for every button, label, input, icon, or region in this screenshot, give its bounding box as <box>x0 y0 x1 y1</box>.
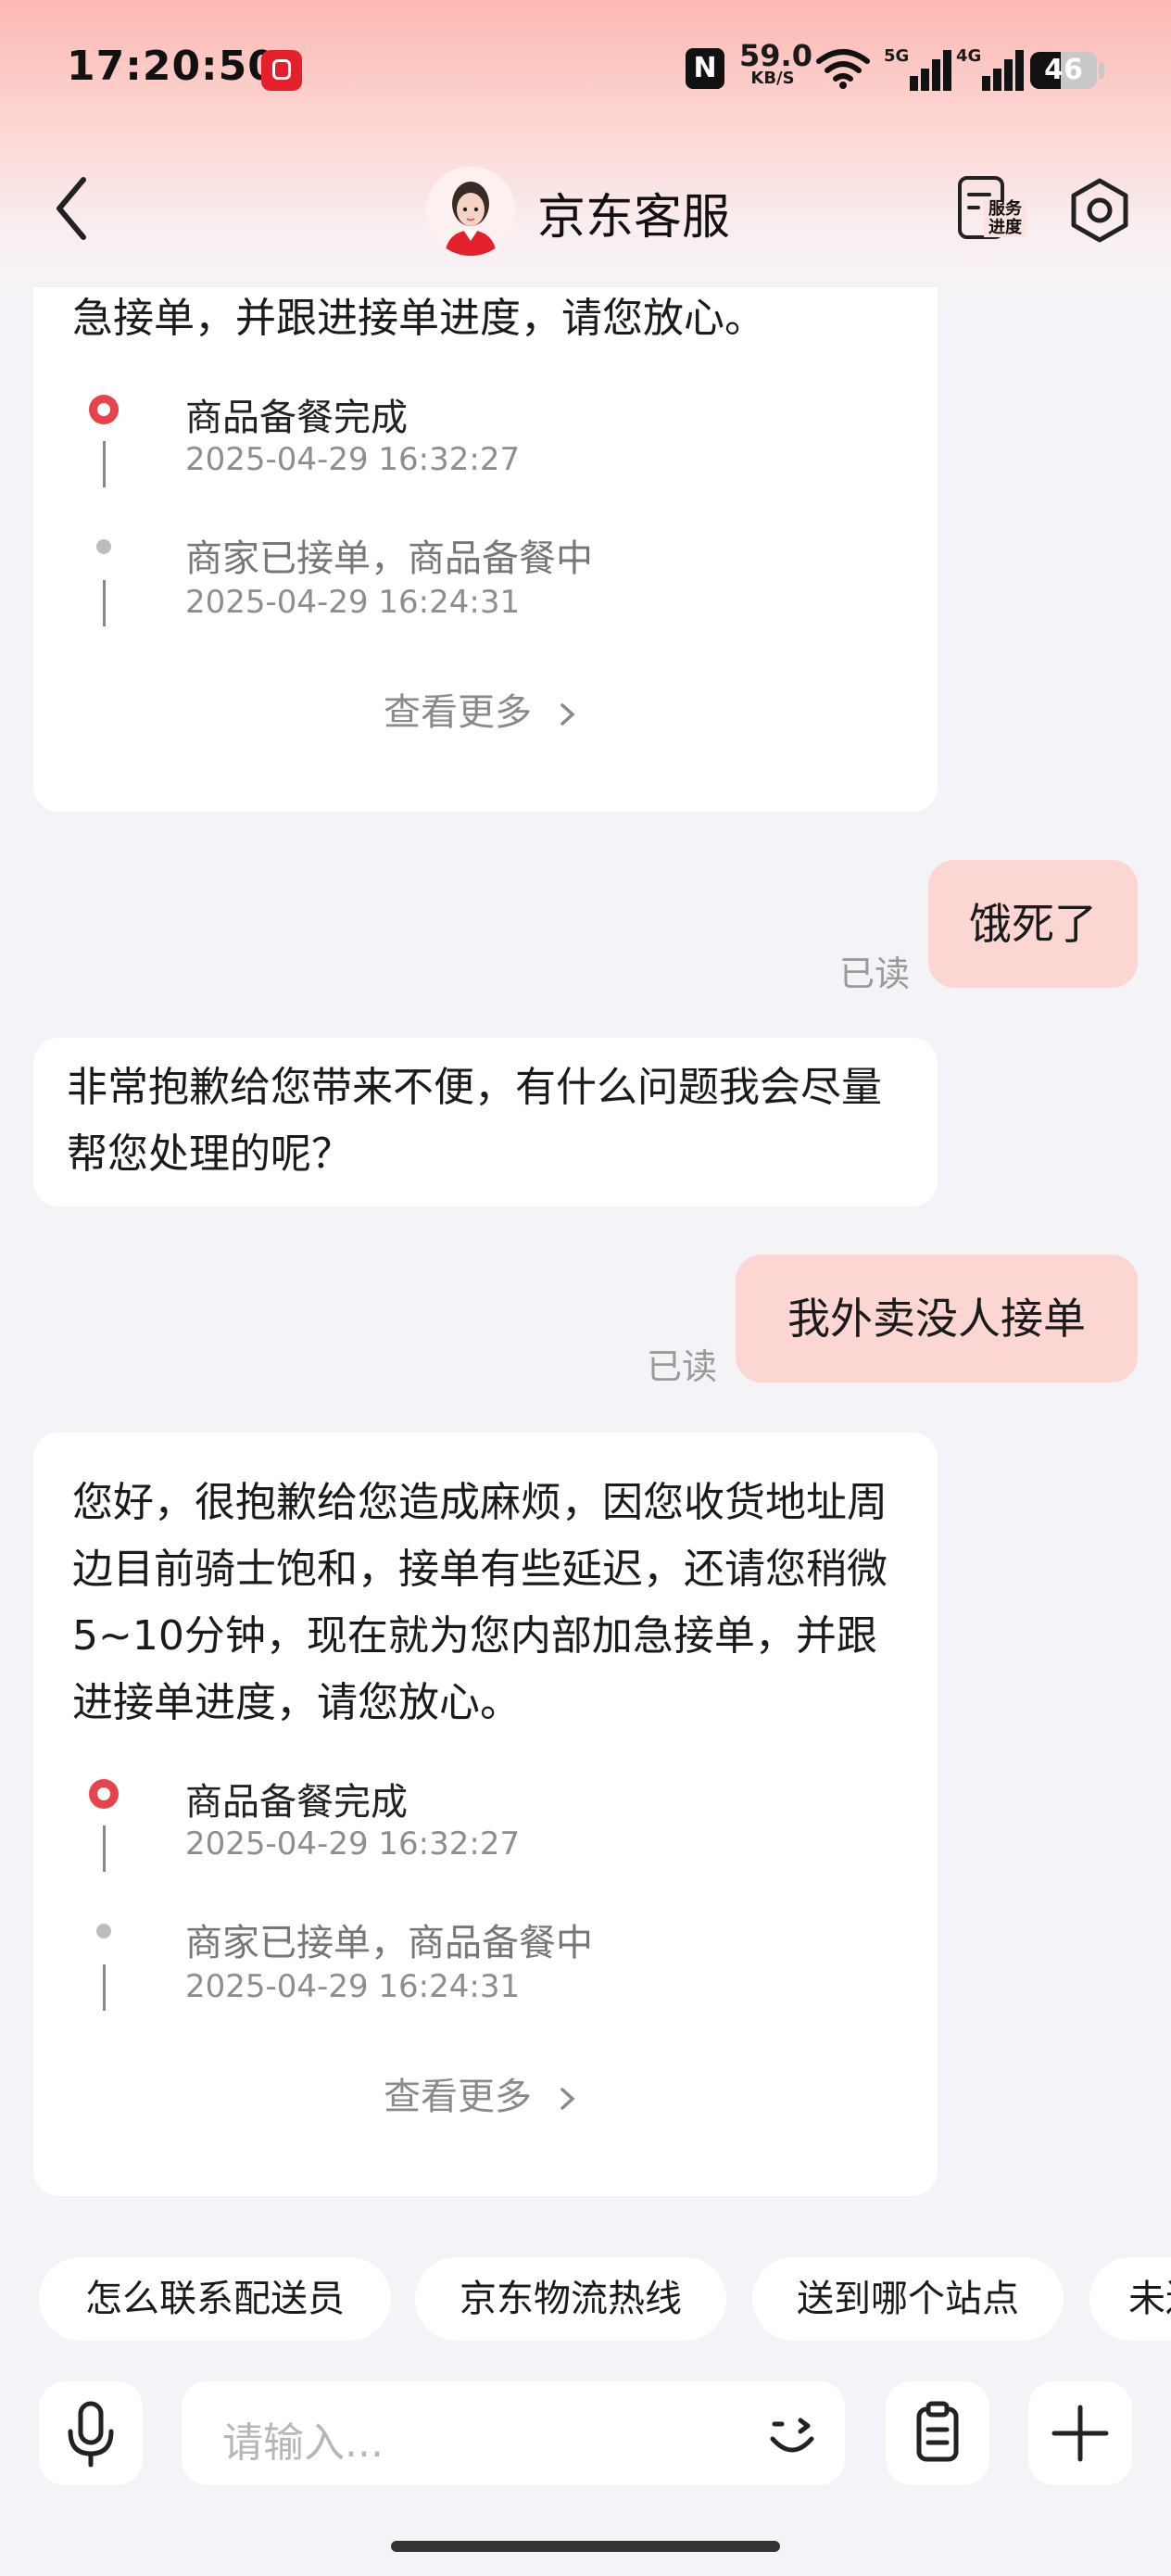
timeline-time: 2025-04-29 16:24:31 <box>185 584 521 621</box>
quick-reply-chip[interactable]: 未送 <box>1089 2257 1171 2341</box>
back-chevron-icon[interactable] <box>44 167 100 250</box>
signal-5g-label: 5G <box>884 46 910 66</box>
timeline-status: 商家已接单，商品备餐中 <box>185 537 593 580</box>
timeline-time: 2025-04-29 16:24:31 <box>185 1968 521 2005</box>
voice-input-button[interactable] <box>39 2381 143 2485</box>
agent-message-card: 急接单，并跟进接单进度，请您放心。 商品备餐完成 2025-04-29 16:3… <box>33 287 938 812</box>
settings-icon[interactable] <box>1065 176 1134 245</box>
agent-avatar[interactable] <box>426 167 515 256</box>
quick-reply-chip[interactable]: 送到哪个站点 <box>752 2257 1064 2341</box>
battery-cap <box>1099 62 1104 79</box>
network-speed-value: 59.0 <box>739 38 812 73</box>
quick-reply-bar[interactable]: 怎么联系配送员 京东物流热线 送到哪个站点 未送 <box>0 2257 1171 2342</box>
battery-icon: 46 <box>1030 52 1097 89</box>
timeline-active-dot <box>89 395 119 424</box>
timeline-line <box>103 1825 106 1872</box>
timeline-time: 2025-04-29 16:32:27 <box>185 441 521 478</box>
user-message-bubble: 我外卖没人接单 <box>736 1255 1138 1383</box>
user-message-bubble: 饿死了 <box>928 860 1138 988</box>
quick-reply-chip[interactable]: 京东物流热线 <box>415 2257 726 2341</box>
service-progress-button[interactable]: 服务进度 <box>952 172 1026 248</box>
timeline-active-dot <box>89 1779 119 1809</box>
home-indicator[interactable] <box>391 2541 780 2552</box>
read-receipt: 已读 <box>647 1346 718 1387</box>
chevron-right-icon <box>560 2088 575 2110</box>
timeline-line <box>103 441 106 487</box>
timeline-status: 商家已接单，商品备餐中 <box>185 1922 593 1964</box>
chevron-right-icon <box>560 703 575 726</box>
more-actions-button[interactable] <box>1028 2381 1132 2485</box>
agent-message-text: 急接单，并跟进接单进度，请您放心。 <box>72 295 765 342</box>
view-more-label: 查看更多 <box>384 2076 532 2118</box>
timeline-dot <box>96 539 111 554</box>
message-input[interactable]: 请输入... <box>182 2381 845 2485</box>
plus-icon <box>1051 2405 1109 2462</box>
view-more-link[interactable]: 查看更多 <box>384 682 579 736</box>
clipboard-icon <box>916 2401 959 2462</box>
agent-message-card: 非常抱歉给您带来不便，有什么问题我会尽量帮您处理的呢？ <box>33 1038 938 1206</box>
battery-level: 46 <box>1044 54 1083 86</box>
view-more-label: 查看更多 <box>384 691 532 734</box>
wifi-icon <box>816 49 870 89</box>
jd-app-icon <box>261 50 302 91</box>
timeline-dot <box>96 1924 111 1938</box>
page-title: 京东客服 <box>537 190 731 246</box>
message-input-placeholder: 请输入... <box>222 2419 384 2467</box>
microphone-icon <box>68 2401 114 2468</box>
read-receipt: 已读 <box>839 953 911 994</box>
agent-message-text: 您好，很抱歉给您造成麻烦，因您收货地址周边目前骑士饱和，接单有些延迟，还请您稍微… <box>72 1479 888 1726</box>
signal-4g-label: 4G <box>956 46 982 66</box>
nfc-icon: N <box>686 48 724 89</box>
timeline-line <box>103 580 106 626</box>
network-speed: 59.0 KB/S <box>739 38 812 87</box>
timeline-line <box>103 1964 106 2011</box>
emoji-icon[interactable] <box>763 2406 821 2463</box>
doc-line <box>967 206 980 209</box>
agent-message-card: 您好，很抱歉给您造成麻烦，因您收货地址周边目前骑士饱和，接单有些延迟，还请您稍微… <box>33 1433 938 2196</box>
view-more-link[interactable]: 查看更多 <box>384 2066 579 2120</box>
timeline-status: 商品备餐完成 <box>185 397 408 439</box>
timeline-time: 2025-04-29 16:32:27 <box>185 1825 521 1863</box>
quick-reply-chip[interactable]: 怎么联系配送员 <box>39 2257 391 2341</box>
status-bar: 17:20:50 N 59.0 KB/S 5G 4G 46 <box>0 0 1171 139</box>
clipboard-button[interactable] <box>886 2381 989 2485</box>
timeline-status: 商品备餐完成 <box>185 1781 408 1824</box>
signal-5g-icon: 5G <box>884 46 952 91</box>
service-progress-label: 服务进度 <box>984 200 1026 237</box>
chat-message-list[interactable]: 急接单，并跟进接单进度，请您放心。 商品备餐完成 2025-04-29 16:3… <box>0 287 1171 2261</box>
status-time: 17:20:50 <box>67 43 277 90</box>
doc-line <box>967 193 991 196</box>
signal-4g-icon: 4G <box>956 46 1025 91</box>
agent-message-text: 非常抱歉给您带来不便，有什么问题我会尽量帮您处理的呢？ <box>67 1064 882 1178</box>
